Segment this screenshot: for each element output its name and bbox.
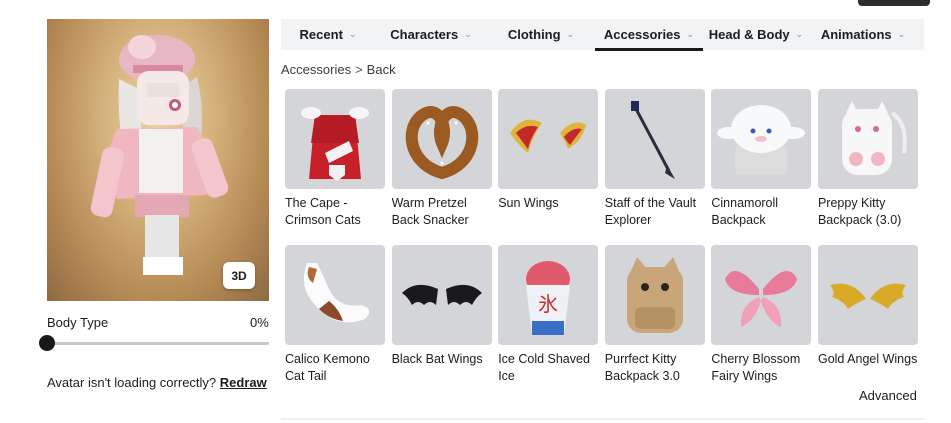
tab-label: Characters [390,27,459,42]
pretzel-icon [405,106,478,180]
tab-accessories[interactable]: Accessories ⌄ [595,19,703,51]
item-thumbnail [711,245,812,345]
breadcrumb-current[interactable]: Accessories [281,62,351,77]
item-name: Gold Angel Wings [817,352,918,366]
item-card[interactable]: Calico Kemono Cat Tail [285,245,385,387]
item-thumbnail [817,89,918,189]
item-name: Warm Pretzel Back Snacker [391,196,469,227]
item-name: Calico Kemono Cat Tail [285,352,370,383]
avatar-loading-prompt: Avatar isn't loading correctly? Redraw [47,375,267,390]
fairy-wings-icon [725,271,798,327]
item-thumbnail [391,89,492,189]
3d-view-button[interactable]: 3D [223,262,255,289]
item-name: Ice Cold Shaved Ice [498,352,590,383]
cat-tail-icon [303,263,370,323]
item-card[interactable]: Warm Pretzel Back Snacker [391,89,492,231]
body-type-label: Body Type [47,315,109,330]
item-card[interactable]: Staff of the Vault Explorer [604,89,705,231]
tab-clothing[interactable]: Clothing ⌄ [487,19,595,50]
accessories-grid: The Cape - Crimson Cats Warm Pretzel Bac… [285,89,925,387]
item-name: The Cape - Crimson Cats [285,196,361,227]
bat-wings-icon [401,284,482,305]
item-card[interactable]: The Cape - Crimson Cats [285,89,385,231]
redraw-link[interactable]: Redraw [220,375,267,390]
item-thumbnail [285,245,385,345]
item-card[interactable]: Sun Wings [498,89,599,231]
chevron-down-icon: ⌄ [348,29,357,39]
tab-head-body[interactable]: Head & Body ⌄ [703,19,809,50]
chevron-down-icon: ⌄ [897,29,906,39]
chevron-down-icon: ⌄ [464,29,472,39]
item-card[interactable]: Cinnamoroll Backpack [711,89,812,231]
tab-label: Recent [299,27,343,42]
purrfect-backpack-icon [626,257,683,333]
breadcrumb: Accessories > Back [281,62,396,77]
item-thumbnail [391,245,492,345]
item-card[interactable]: Cherry Blossom Fairy Wings [711,245,812,387]
item-name: Cinnamoroll Backpack [711,196,779,227]
item-thumbnail [817,245,918,345]
body-type-slider-track[interactable] [47,342,269,345]
chevron-down-icon: ⌄ [795,29,804,39]
category-tabs: Recent ⌄ Characters ⌄ Clothing ⌄ Accessorie… [281,19,924,51]
tab-recent[interactable]: Recent ⌄ [281,19,375,50]
avatar-figure [90,35,229,275]
item-thumbnail: 氷 [498,245,599,345]
top-right-button[interactable] [858,0,930,6]
item-thumbnail [285,89,385,189]
tab-label: Clothing [507,27,561,42]
item-card[interactable]: 氷 Ice Cold Shaved Ice [498,245,599,387]
item-thumbnail [498,89,599,189]
divider [281,418,924,420]
item-name: Black Bat Wings [391,352,483,366]
chevron-down-icon: ⌄ [686,29,695,39]
tab-label: Animations [820,27,892,42]
item-thumbnail [711,89,812,189]
sun-wings-icon [510,119,587,153]
tab-label: Head & Body [708,27,790,42]
tab-animations[interactable]: Animations ⌄ [809,19,917,50]
chevron-down-icon: ⌄ [566,29,575,39]
item-name: Staff of the Vault Explorer [604,196,697,227]
breadcrumb-back[interactable]: Back [367,62,396,77]
item-thumbnail [604,89,705,189]
svg-text:氷: 氷 [538,292,558,316]
shaved-ice-icon: 氷 [526,261,571,335]
item-card[interactable]: Purrfect Kitty Backpack 3.0 [604,245,705,387]
body-type-value: 0% [250,315,269,330]
breadcrumb-separator: > [355,62,363,77]
kitty-backpack-icon [841,101,907,175]
item-thumbnail [604,245,705,345]
loading-question: Avatar isn't loading correctly? [47,375,217,390]
item-card[interactable]: Black Bat Wings [391,245,492,387]
item-card[interactable]: Gold Angel Wings [817,245,918,387]
avatar-preview[interactable]: 3D [47,19,269,301]
advanced-link[interactable]: Advanced [859,388,917,403]
item-name: Sun Wings [498,196,559,210]
gold-wings-icon [829,283,906,309]
item-name: Cherry Blossom Fairy Wings [711,352,801,383]
body-type-slider-thumb[interactable] [39,335,55,351]
item-name: Purrfect Kitty Backpack 3.0 [604,352,680,383]
tab-label: Accessories [603,27,681,42]
item-card[interactable]: Preppy Kitty Backpack (3.0) [817,89,918,231]
item-name: Preppy Kitty Backpack (3.0) [817,196,902,227]
tab-characters[interactable]: Characters ⌄ [375,19,487,50]
staff-icon [630,101,675,179]
cape-icon [301,107,369,181]
cinnamoroll-backpack-icon [717,105,806,175]
